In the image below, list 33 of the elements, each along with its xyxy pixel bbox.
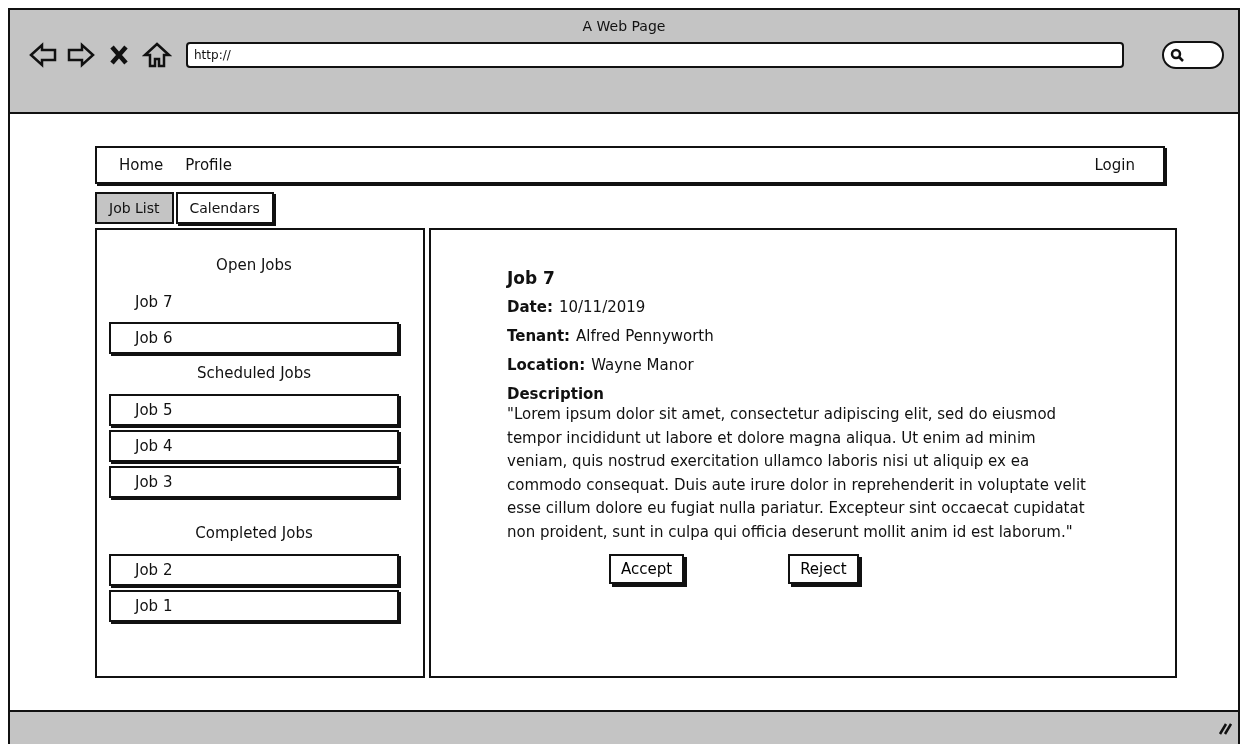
action-button[interactable]: Accept: [609, 554, 685, 584]
group-heading: Scheduled Jobs: [195, 364, 313, 382]
home-icon[interactable]: [142, 40, 172, 70]
job-item[interactable]: Job 7: [109, 286, 399, 318]
job-item[interactable]: Job 2: [109, 554, 399, 586]
job-item[interactable]: Job 4: [109, 430, 399, 462]
job-title: Job 7: [507, 268, 556, 288]
field-value: Wayne Manor: [591, 356, 694, 374]
tab[interactable]: Job List: [95, 192, 174, 224]
tab[interactable]: Calendars: [175, 192, 274, 224]
field-value: Alfred Pennyworth: [576, 327, 714, 345]
window-title: A Web Page: [582, 18, 666, 34]
field-value: 10/11/2019: [558, 298, 646, 316]
description-label: Description: [507, 385, 606, 403]
forward-icon[interactable]: [66, 40, 96, 70]
address-field[interactable]: http://: [186, 42, 1124, 68]
nav-link[interactable]: Home: [119, 156, 164, 174]
job-item[interactable]: Job 3: [109, 466, 399, 498]
search-icon: [1170, 48, 1184, 62]
field-label: Tenant:: [507, 327, 571, 345]
job-item[interactable]: Job 1: [109, 590, 399, 622]
job-item[interactable]: Job 6: [109, 322, 399, 354]
action-button[interactable]: Reject: [788, 554, 859, 584]
job-item[interactable]: Job 5: [109, 394, 399, 426]
login-link[interactable]: Login: [1094, 156, 1135, 174]
description-text: "Lorem ipsum dolor sit amet, consectetur adipiscing elit, sed do eiusmod tempor incididunt ut labore et dolore magna aliqua. Ut enim ad minim veniam, quis nostrud exercitation ullamco laboris nisi ut aliquip ex ea commodo consequat. Duis aute irure dolor in reprehenderit in voluptate velit esse cillum dolore eu fugiat nulla pariatur. Excepteur sint occaecat cupidatat non proident, sunt in culpa qui officia deserunt mollit anim id est laborum.": [507, 404, 1087, 543]
nav-link[interactable]: Profile: [185, 156, 232, 174]
field-label: Date:: [507, 298, 553, 316]
group-heading: Completed Jobs: [194, 524, 314, 542]
field-label: Location:: [507, 356, 586, 374]
search-field[interactable]: [1162, 41, 1224, 69]
back-icon[interactable]: [28, 40, 58, 70]
group-heading: Open Jobs: [215, 256, 293, 274]
